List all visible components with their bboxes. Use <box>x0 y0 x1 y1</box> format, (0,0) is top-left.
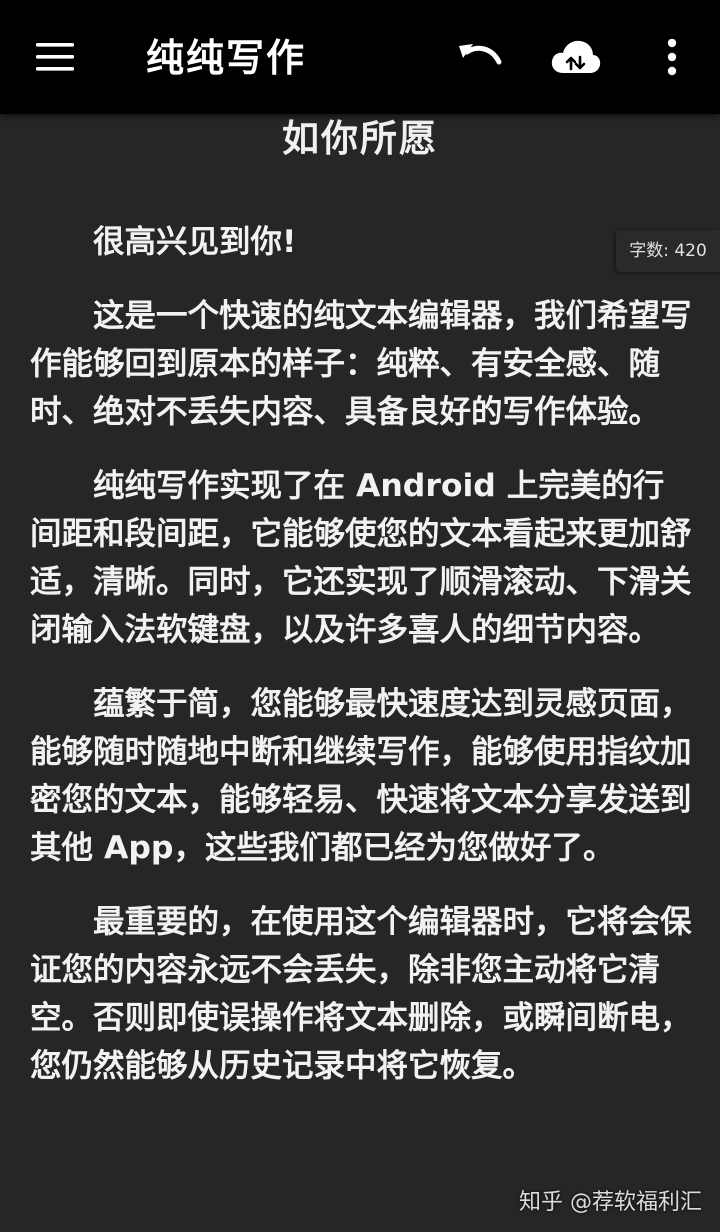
app-title: 纯纯写作 <box>146 36 307 80</box>
document-body[interactable]: 很高兴见到你! 这是一个快速的纯文本编辑器，我们希望写作能够回到原本的样子：纯粹… <box>30 218 695 1116</box>
more-options-button[interactable] <box>642 27 702 87</box>
paragraph[interactable]: 纯纯写作实现了在 Android 上完美的行间距和段间距，它能够使您的文本看起来… <box>30 462 695 654</box>
top-app-bar: 纯纯写作 <box>0 0 720 114</box>
undo-button[interactable] <box>450 27 510 87</box>
paragraph[interactable]: 最重要的，在使用这个编辑器时，它将会保证您的内容永远不会丢失，除非您主动将它清空… <box>30 898 695 1090</box>
more-vert-icon <box>667 38 677 76</box>
word-count-badge: 字数: 420 <box>616 230 720 272</box>
watermark: 知乎 @荐软福利汇 <box>519 1190 702 1215</box>
paragraph[interactable]: 蕴繁于简，您能够最快速度达到灵感页面，能够随时随地中断和继续写作，能够使用指纹加… <box>30 680 695 872</box>
undo-icon <box>459 44 502 65</box>
cloud-sync-button[interactable] <box>546 27 606 87</box>
paragraph[interactable]: 这是一个快速的纯文本编辑器，我们希望写作能够回到原本的样子：纯粹、有安全感、随时… <box>30 292 695 436</box>
menu-button[interactable] <box>26 27 86 87</box>
menu-icon <box>36 43 74 71</box>
paragraph[interactable]: 很高兴见到你! <box>30 218 695 266</box>
document-title[interactable]: 如你所愿 <box>0 114 720 164</box>
cloud-sync-icon <box>551 40 601 73</box>
app-screen: 纯纯写作 如你所愿 字数: 420 很高兴见到你! 这是一个快速的纯文本编辑器，… <box>0 0 720 1232</box>
editor-area[interactable]: 如你所愿 字数: 420 很高兴见到你! 这是一个快速的纯文本编辑器，我们希望写… <box>0 114 720 1232</box>
